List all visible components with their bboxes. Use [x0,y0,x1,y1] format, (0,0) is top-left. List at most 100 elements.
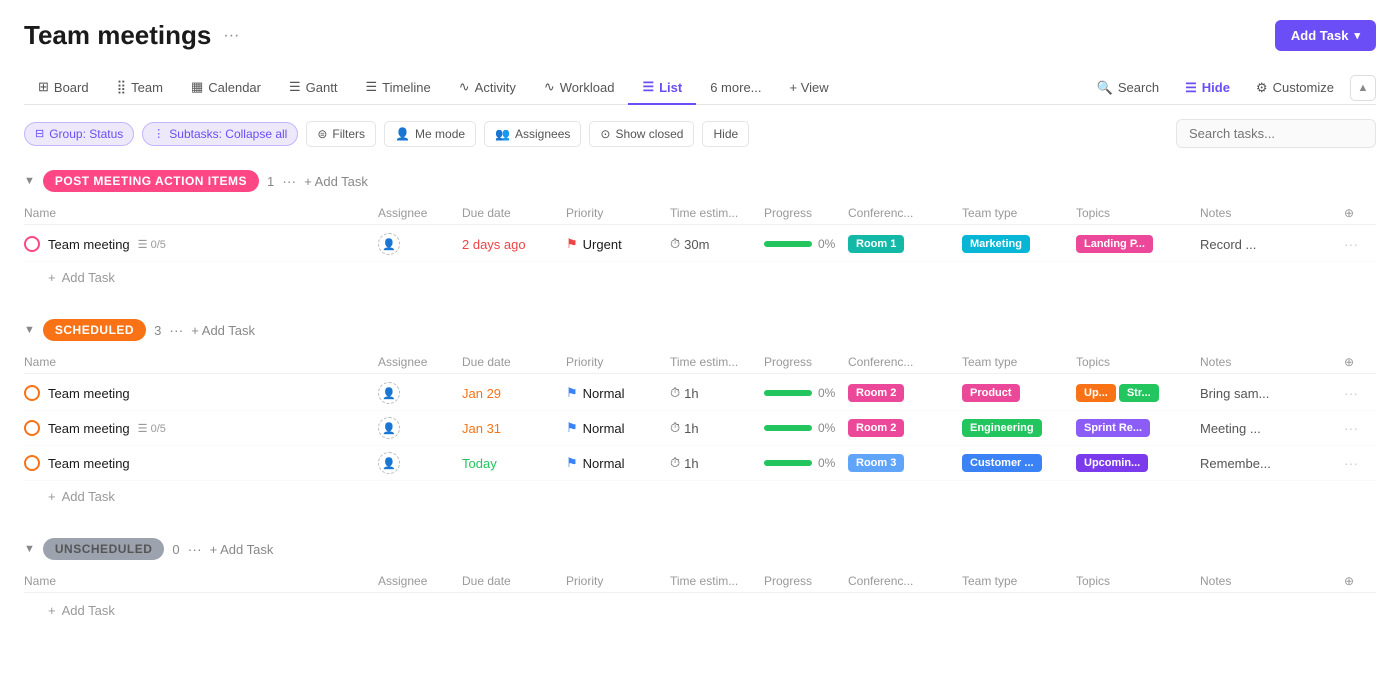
topics-cell: Up...Str... [1076,384,1196,402]
task-name[interactable]: Team meeting [48,386,130,401]
priority-flag-icon: ⚑ [566,420,578,436]
section-toggle-scheduled[interactable]: ▼ [24,324,35,336]
col-due-date: Due date [462,574,562,588]
col-add[interactable]: ⊕ [1344,355,1374,369]
section-add-task-post-meeting[interactable]: + Add Task [304,174,368,189]
team-type-tag[interactable]: Customer ... [962,454,1042,472]
add-view-button[interactable]: + View [776,72,843,103]
nav-right: 🔍 Search ☰ Hide ⚙ Customize ▲ [1087,74,1376,102]
row-more-icon[interactable]: ··· [1344,385,1374,401]
priority-label: Normal [583,456,625,471]
tab-board[interactable]: ⊞ Board [24,71,103,105]
col-time-estim: Time estim... [670,355,760,369]
tab-list[interactable]: ☰ List [628,71,696,105]
activity-icon: ∿ [459,79,470,95]
topic-tag[interactable]: Up... [1076,384,1116,402]
team-type-tag[interactable]: Product [962,384,1020,402]
group-status-chip[interactable]: ⊟ Group: Status [24,122,134,146]
collapse-button[interactable]: ▲ [1350,75,1376,101]
section-header-scheduled[interactable]: ▼ SCHEDULED 3 ··· + Add Task [24,313,1376,347]
search-button[interactable]: 🔍 Search [1087,74,1169,102]
tab-team[interactable]: ⣿ Team [103,71,177,105]
task-status-icon[interactable] [24,420,40,436]
assignee-avatar[interactable]: 👤 [378,382,400,404]
tab-timeline[interactable]: ☰ Timeline [351,71,444,105]
search-input[interactable] [1176,119,1376,148]
conference-tag[interactable]: Room 2 [848,419,904,437]
section-header-unscheduled[interactable]: ▼ UNSCHEDULED 0 ··· + Add Task [24,532,1376,566]
filters-button[interactable]: ⊜ Filters [306,121,376,147]
priority-cell: ⚑ Normal [566,455,666,471]
col-priority: Priority [566,355,666,369]
section-header-post-meeting[interactable]: ▼ POST MEETING ACTION ITEMS 1 ··· + Add … [24,164,1376,198]
section-add-task-unscheduled[interactable]: + Add Task [210,542,274,557]
task-status-icon[interactable] [24,236,40,252]
hide-button[interactable]: ☰ Hide [1175,74,1240,102]
progress-value: 0% [818,456,835,470]
section-toggle-unscheduled[interactable]: ▼ [24,543,35,555]
hide-toolbar-button[interactable]: Hide [702,121,749,147]
col-name: Name [24,355,374,369]
add-task-row-scheduled[interactable]: + Add Task [24,481,1376,508]
subtask-icon: ⋮ [153,127,164,140]
col-priority: Priority [566,206,666,220]
col-topics: Topics [1076,574,1196,588]
team-type-cell: Marketing [962,235,1072,253]
time-icon: ⏱ [670,420,680,436]
task-name[interactable]: Team meeting [48,456,130,471]
task-name[interactable]: Team meeting [48,237,130,252]
tab-activity[interactable]: ∿ Activity [445,71,530,105]
progress-bar [764,460,812,466]
task-status-icon[interactable] [24,455,40,471]
col-add[interactable]: ⊕ [1344,574,1374,588]
tab-calendar[interactable]: ▦ Calendar [177,71,275,105]
search-icon: 🔍 [1097,80,1113,96]
row-more-icon[interactable]: ··· [1344,236,1374,252]
col-notes: Notes [1200,206,1340,220]
team-type-tag[interactable]: Engineering [962,419,1042,437]
section-add-task-scheduled[interactable]: + Add Task [191,323,255,338]
progress-cell: 0% [764,237,844,251]
add-task-row-unscheduled[interactable]: + Add Task [24,595,1376,622]
row-more-icon[interactable]: ··· [1344,455,1374,471]
task-status-icon[interactable] [24,385,40,401]
page-title: Team meetings [24,20,211,51]
col-add[interactable]: ⊕ [1344,206,1374,220]
topic-tag[interactable]: Str... [1119,384,1159,402]
topic-tag[interactable]: Landing P... [1076,235,1153,253]
topic-tag[interactable]: Upcomin... [1076,454,1148,472]
task-name-cell: Team meeting [24,455,374,471]
more-options-icon[interactable]: ··· [223,27,239,45]
me-mode-button[interactable]: 👤 Me mode [384,121,476,147]
priority-cell: ⚑ Normal [566,385,666,401]
col-due-date: Due date [462,206,562,220]
progress-value: 0% [818,421,835,435]
time-value: 30m [684,237,709,252]
section-more-post-meeting[interactable]: ··· [282,173,296,189]
tab-gantt[interactable]: ☰ Gantt [275,71,351,105]
section-more-scheduled[interactable]: ··· [169,322,183,338]
assignees-button[interactable]: 👥 Assignees [484,121,581,147]
time-value: 1h [684,386,698,401]
show-closed-button[interactable]: ⊙ Show closed [589,121,694,147]
assignee-avatar[interactable]: 👤 [378,452,400,474]
row-more-icon[interactable]: ··· [1344,420,1374,436]
add-task-row-post-meeting[interactable]: + Add Task [24,262,1376,289]
conference-tag[interactable]: Room 1 [848,235,904,253]
section-toggle-post-meeting[interactable]: ▼ [24,175,35,187]
section-more-unscheduled[interactable]: ··· [188,541,202,557]
tab-more[interactable]: 6 more... [696,72,775,105]
conference-tag[interactable]: Room 3 [848,454,904,472]
tab-workload[interactable]: ∿ Workload [530,71,629,105]
conference-tag[interactable]: Room 2 [848,384,904,402]
add-task-button[interactable]: Add Task ▾ [1275,20,1376,51]
assignee-avatar[interactable]: 👤 [378,417,400,439]
subtasks-chip[interactable]: ⋮ Subtasks: Collapse all [142,122,298,146]
task-name[interactable]: Team meeting [48,421,130,436]
customize-button[interactable]: ⚙ Customize [1246,74,1344,102]
topic-tag[interactable]: Sprint Re... [1076,419,1150,437]
gear-icon: ⚙ [1256,80,1268,96]
due-date: 2 days ago [462,237,562,252]
assignee-avatar[interactable]: 👤 [378,233,400,255]
team-type-tag[interactable]: Marketing [962,235,1030,253]
